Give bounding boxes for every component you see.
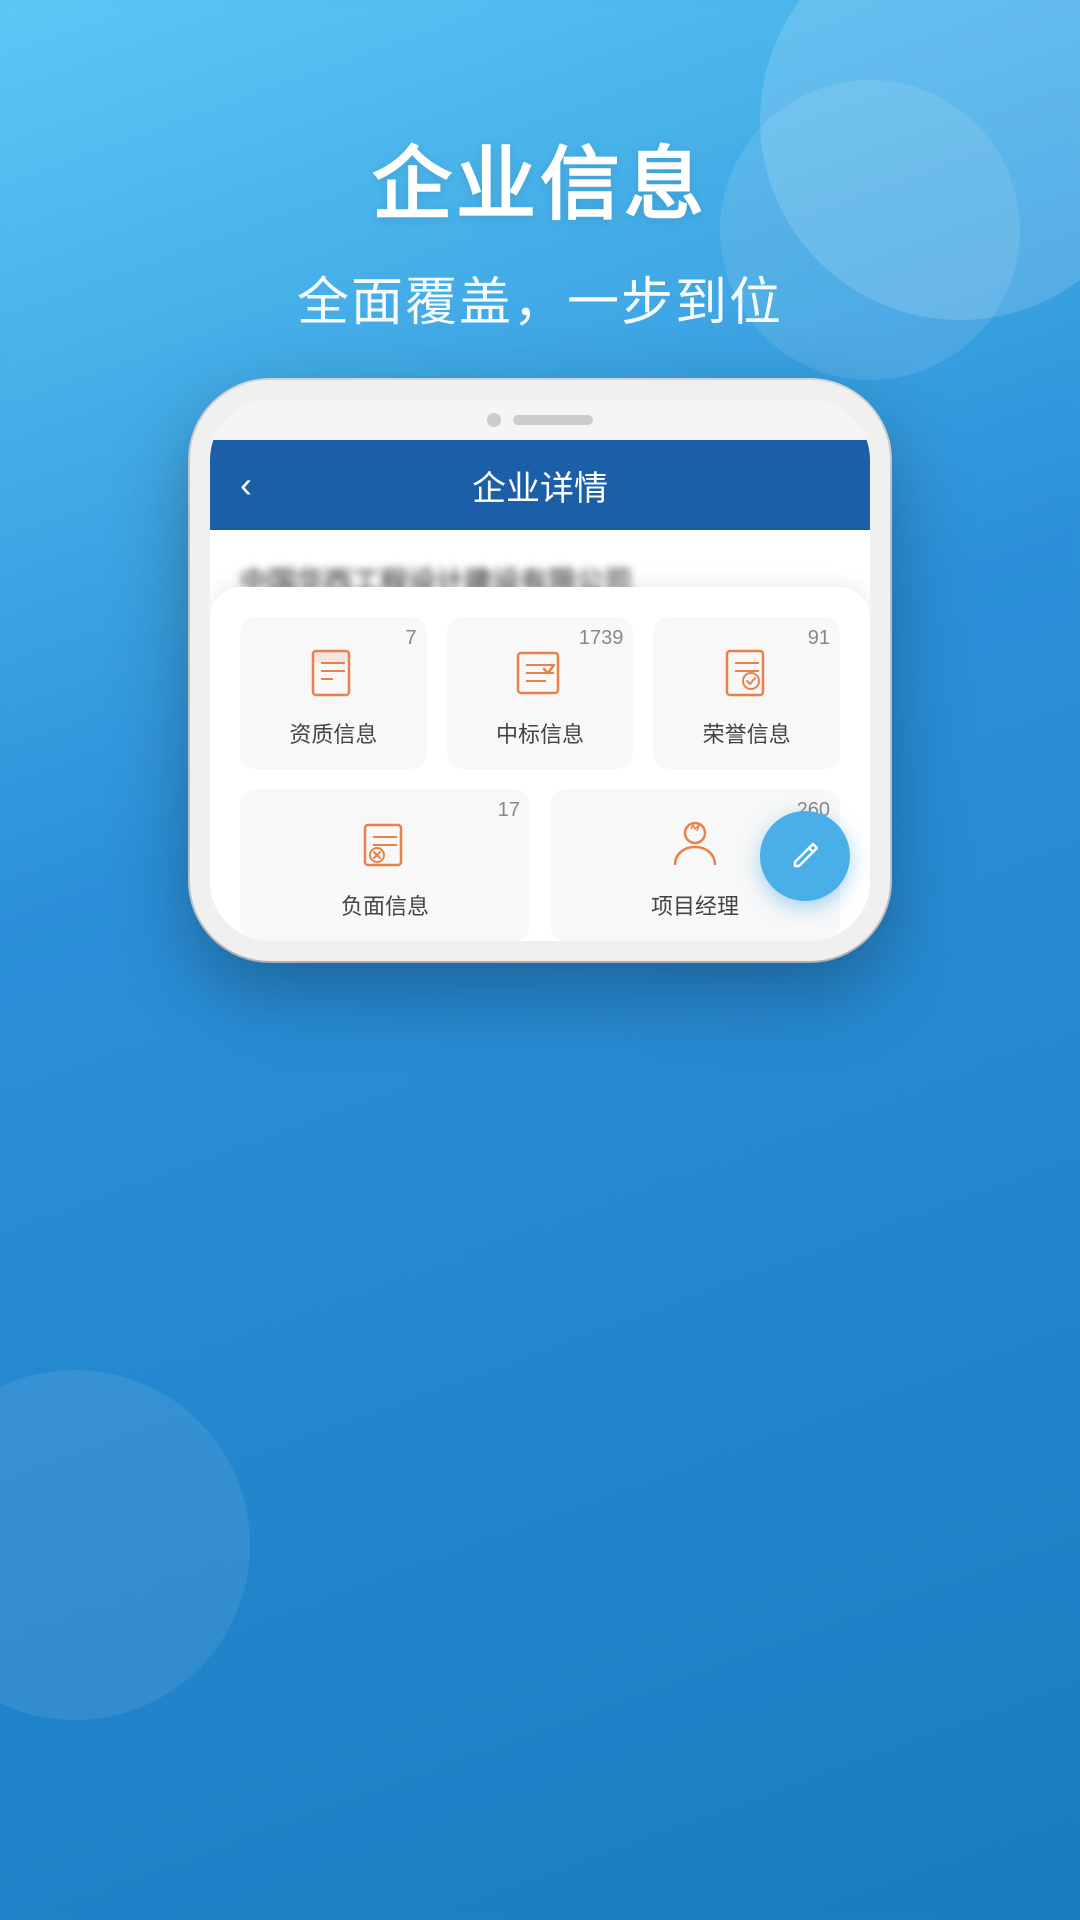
app-header-title: 企业详情 [472,461,608,510]
app-header: ‹ 企业详情 [210,440,870,530]
phone-mockup: ‹ 企业详情 中国华西工程设计建设有限公司 法定代表人： 陈某 统一社会：（无效… [190,380,890,961]
info-card-negative[interactable]: 17 负面信息 [240,789,530,941]
badge-honor: 91 [808,627,830,650]
page-main-title: 企业信息 [0,120,1080,236]
phone-top-bar [210,400,870,440]
info-grid-row2: 17 负面信息 [240,789,840,941]
winning-bid-label: 中标信息 [463,717,618,749]
negative-icon [353,813,417,877]
back-button[interactable]: ‹ [240,464,252,506]
badge-winning-bid: 1739 [579,627,624,650]
honor-icon [715,641,779,705]
badge-negative: 17 [498,799,520,822]
info-card-qualification[interactable]: 7 资质信息 [240,617,427,769]
project-manager-icon [663,813,727,877]
fab-edit-button[interactable] [760,811,850,901]
phone-speaker [513,415,593,425]
bottom-panel: 7 资质信息 [210,587,870,941]
info-card-honor[interactable]: 91 荣誉信息 [653,617,840,769]
badge-qualification: 7 [406,627,417,650]
bg-circle-3 [0,1370,250,1720]
phone-camera [487,413,501,427]
negative-label: 负面信息 [256,889,514,921]
honor-label: 荣誉信息 [669,717,824,749]
info-card-winning-bid[interactable]: 1739 中标信息 [447,617,634,769]
header-section: 企业信息 全面覆盖，一步到位 [0,0,1080,335]
qualification-icon [301,641,365,705]
page-main-subtitle: 全面覆盖，一步到位 [0,260,1080,335]
info-grid-row1: 7 资质信息 [240,617,840,769]
qualification-label: 资质信息 [256,717,411,749]
winning-bid-icon [508,641,572,705]
